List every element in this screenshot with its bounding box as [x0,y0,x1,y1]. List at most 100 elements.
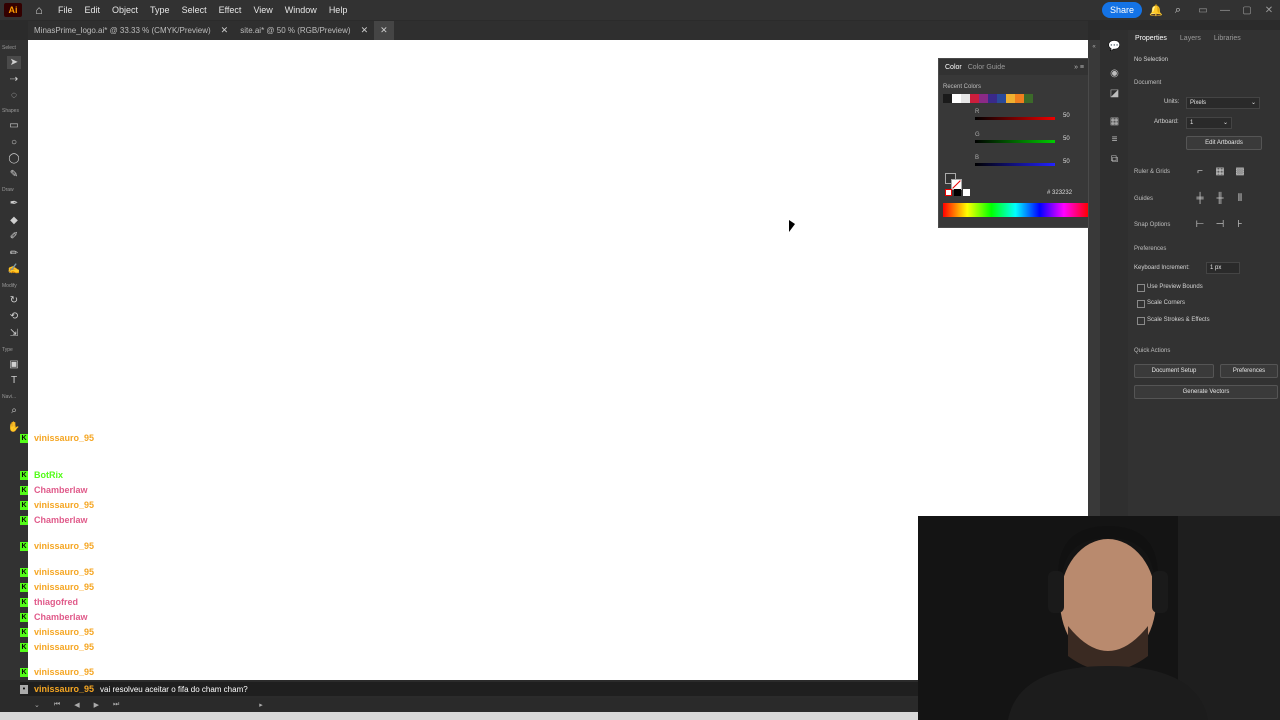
home-icon[interactable]: ⌂ [32,3,46,17]
paint-bucket-icon[interactable]: ▣ [7,358,21,371]
tab-site[interactable]: site.ai* @ 50 % (RGB/Preview) ✕ [234,21,374,40]
shaper-tool-icon[interactable]: ✎ [7,168,21,181]
menu-object[interactable]: Object [112,5,138,15]
arrange-icon[interactable]: ▭ [1192,5,1214,16]
recent-color-swatch[interactable] [952,94,961,103]
pencil-tool-icon[interactable]: ✏ [7,247,21,260]
ruler-icon[interactable]: ⌐ [1194,166,1206,178]
recent-color-swatch[interactable] [979,94,988,103]
artboard-next-icon[interactable]: ▶ [94,701,99,709]
lock-guides-icon[interactable]: ╫ [1214,193,1226,205]
tab-color[interactable]: Color [945,64,962,71]
keyboard-increment-field[interactable]: 1 px [1206,262,1240,274]
search-icon[interactable]: ⌕ [1170,4,1186,17]
edit-artboards-button[interactable]: Edit Artboards [1186,136,1262,150]
direct-selection-tool-icon[interactable]: ⇢ [7,73,21,86]
eraser-tool-icon[interactable]: ◆ [7,214,21,227]
tab-layers[interactable]: Layers [1180,35,1201,42]
slider-g[interactable] [975,140,1055,143]
show-guides-icon[interactable]: ╪ [1194,193,1206,205]
ellipse-tool-icon[interactable]: ○ [7,136,21,149]
preferences-button[interactable]: Preferences [1220,364,1278,378]
hex-field[interactable]: # 323232 [1047,190,1072,196]
use-preview-bounds-checkbox[interactable] [1137,284,1145,292]
close-tab-icon[interactable]: ✕ [221,25,229,36]
channel-b-value[interactable]: 50 [1063,159,1070,165]
grid-icon[interactable]: ▦ [1214,166,1226,178]
scale-corners-checkbox[interactable] [1137,300,1145,308]
pen-tool-icon[interactable]: ✒ [7,197,21,210]
selection-tool-icon[interactable]: ➤ [7,56,21,69]
quick-actions-heading: Quick Actions [1134,348,1171,354]
recent-color-swatch[interactable] [943,94,952,103]
rectangle-tool-icon[interactable]: ▭ [7,119,21,132]
menu-help[interactable]: Help [329,5,348,15]
polygon-tool-icon[interactable]: ◯ [7,152,21,165]
comments-icon[interactable]: 💬 [1108,40,1121,53]
tab-properties[interactable]: Properties [1135,35,1167,42]
blob-brush-tool-icon[interactable]: ✍ [7,263,21,276]
bell-icon[interactable]: 🔔 [1148,4,1164,17]
restore-icon[interactable]: ▢ [1236,5,1258,16]
artboard-prev-icon[interactable]: ⏮ [54,701,60,709]
tab-close-active[interactable]: ✕ [374,21,394,40]
menu-view[interactable]: View [253,5,272,15]
status-arrow-icon[interactable]: ▸ [259,701,263,709]
scale-strokes-checkbox[interactable] [1137,317,1145,325]
brush-tool-icon[interactable]: ✐ [7,230,21,243]
menu-type[interactable]: Type [150,5,170,15]
menu-window[interactable]: Window [285,5,317,15]
snap-to-glyph-icon[interactable]: ⊦ [1234,219,1246,231]
menu-file[interactable]: File [58,5,73,15]
units-select[interactable]: Pixels ⌄ [1186,97,1260,109]
artboard-select[interactable]: 1 ⌄ [1186,117,1232,129]
channel-g-value[interactable]: 50 [1063,136,1070,142]
document-setup-button[interactable]: Document Setup [1134,364,1214,378]
tab-minasprime[interactable]: MinasPrime_logo.ai* @ 33.33 % (CMYK/Prev… [28,21,234,40]
hand-tool-icon[interactable]: ✋ [7,421,21,434]
slider-b[interactable] [975,163,1055,166]
close-tab-icon[interactable]: ✕ [361,25,369,36]
brushes-icon[interactable]: ≡ [1108,133,1121,146]
recent-color-swatch[interactable] [1024,94,1033,103]
generate-vectors-button[interactable]: Generate Vectors [1134,385,1278,399]
close-tab-icon[interactable]: ✕ [380,25,388,36]
smart-guides-icon[interactable]: ⫴ [1234,193,1246,205]
rotate-tool-icon[interactable]: ↻ [7,294,21,307]
color-panel-icon[interactable]: ◉ [1108,67,1121,80]
artboard-prev-step-icon[interactable]: ◀ [74,701,79,709]
snap-to-pixel-icon[interactable]: ⊣ [1214,219,1226,231]
swatches-icon[interactable]: ▦ [1108,115,1121,128]
recent-color-swatch[interactable] [970,94,979,103]
menu-select[interactable]: Select [182,5,207,15]
recent-color-swatch[interactable] [1006,94,1015,103]
minimize-icon[interactable]: — [1214,5,1236,16]
recent-color-swatch[interactable] [997,94,1006,103]
chevron-down-icon[interactable]: ⌄ [34,701,40,709]
artboard-last-icon[interactable]: ⏭ [113,701,119,709]
tab-libraries[interactable]: Libraries [1214,35,1241,42]
recent-color-swatch[interactable] [961,94,970,103]
reflect-tool-icon[interactable]: ⟲ [7,310,21,323]
none-black-white-icons[interactable] [945,189,970,196]
color-spectrum[interactable] [943,203,1088,217]
menu-edit[interactable]: Edit [85,5,101,15]
symbols-icon[interactable]: ⧉ [1108,153,1121,166]
snap-to-point-icon[interactable]: ⊢ [1194,219,1206,231]
recent-color-swatch[interactable] [1015,94,1024,103]
type-tool-icon[interactable]: T [7,374,21,387]
lasso-tool-icon[interactable]: ◌ [7,89,21,102]
color-guide-icon[interactable]: ◪ [1108,87,1121,100]
slider-r[interactable] [975,117,1055,120]
recent-color-swatch[interactable] [988,94,997,103]
scale-tool-icon[interactable]: ⇲ [7,327,21,340]
channel-r-value[interactable]: 50 [1063,113,1070,119]
menu-effect[interactable]: Effect [219,5,242,15]
share-button[interactable]: Share [1101,2,1142,18]
collapse-arrows-icon[interactable]: « [1088,44,1100,50]
transparency-grid-icon[interactable]: ▩ [1234,166,1246,178]
tab-color-guide[interactable]: Color Guide [968,64,1005,71]
zoom-tool-icon[interactable]: ⌕ [7,404,21,417]
panel-menu-icon[interactable]: » ≡ [1074,64,1084,71]
close-icon[interactable]: ✕ [1258,5,1280,16]
